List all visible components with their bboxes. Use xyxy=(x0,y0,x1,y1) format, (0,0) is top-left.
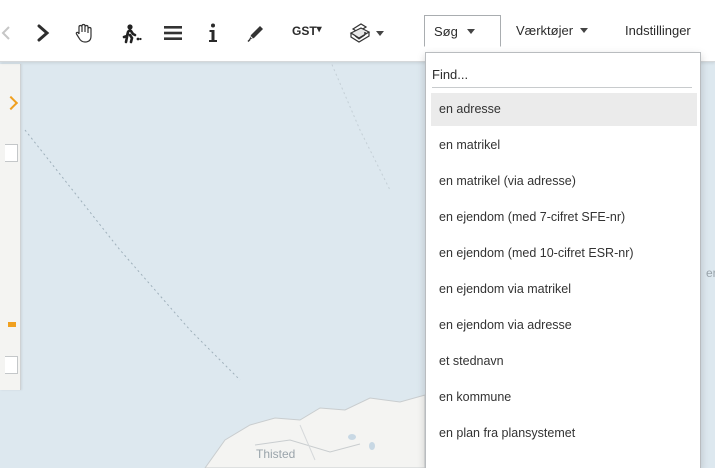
print-caret-icon xyxy=(375,30,384,36)
search-option-place-name[interactable]: et stednavn xyxy=(431,345,697,378)
map-side-panel xyxy=(0,64,21,390)
tools-menu-button[interactable]: Værktøjer xyxy=(516,15,589,45)
search-caret-icon xyxy=(466,28,475,34)
search-option-property-via-address[interactable]: en ejendom via adresse xyxy=(431,309,697,342)
arrow-right-icon[interactable] xyxy=(34,19,52,47)
gst-menu-button[interactable]: GST▾ xyxy=(292,24,322,38)
search-option-parcel[interactable]: en matrikel xyxy=(431,129,697,162)
settings-menu-button[interactable]: Indstillinger xyxy=(625,15,691,45)
list-icon[interactable] xyxy=(161,19,185,47)
search-dropdown: en adresse en matrikel en matrikel (via … xyxy=(425,52,701,468)
info-icon[interactable] xyxy=(203,19,223,47)
search-option-address[interactable]: en adresse xyxy=(431,93,697,126)
expand-chevron-icon[interactable] xyxy=(3,95,19,111)
search-menu-label: Søg xyxy=(434,23,458,39)
search-menu-button[interactable]: Søg xyxy=(424,15,501,47)
side-panel-control[interactable] xyxy=(5,144,18,162)
side-panel-marker-icon xyxy=(8,322,16,327)
pencil-measure-icon[interactable] xyxy=(244,19,268,47)
search-option-parcel-via-address[interactable]: en matrikel (via adresse) xyxy=(431,165,697,198)
search-option-plan[interactable]: en plan fra plansystemet xyxy=(431,417,697,450)
settings-menu-label: Indstillinger xyxy=(625,22,691,38)
walking-figure-icon[interactable] xyxy=(120,19,144,47)
search-option-property-esr[interactable]: en ejendom (med 10-cifret ESR-nr) xyxy=(431,237,697,270)
print-icon xyxy=(349,23,370,43)
side-panel-control[interactable] xyxy=(5,356,18,374)
search-option-property-sfe[interactable]: en ejendom (med 7-cifret SFE-nr) xyxy=(431,201,697,234)
search-option-property-via-parcel[interactable]: en ejendom via matrikel xyxy=(431,273,697,306)
gst-label: GST xyxy=(292,24,317,38)
tools-menu-label: Værktøjer xyxy=(516,22,574,38)
map-edge-label: er xyxy=(706,266,715,280)
map-place-label: Thisted xyxy=(256,447,296,461)
hand-pan-icon[interactable] xyxy=(72,19,96,47)
tools-caret-icon xyxy=(580,27,589,33)
partial-tool-icon[interactable] xyxy=(0,19,12,47)
search-option-municipality[interactable]: en kommune xyxy=(431,381,697,414)
gst-caret-icon: ▾ xyxy=(316,24,322,35)
find-input[interactable] xyxy=(432,61,692,88)
print-menu-button[interactable] xyxy=(348,19,384,47)
